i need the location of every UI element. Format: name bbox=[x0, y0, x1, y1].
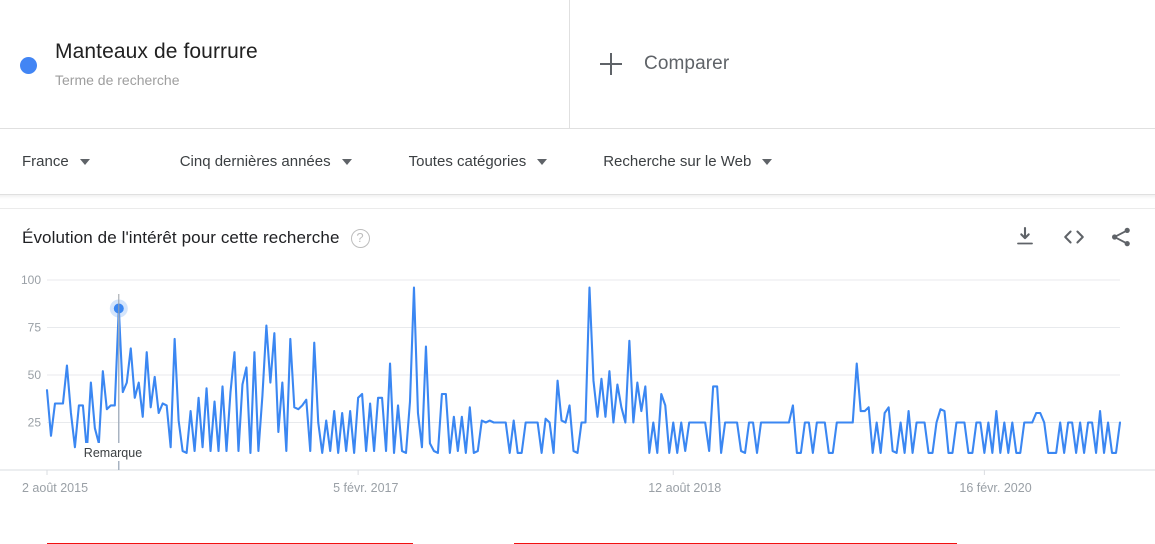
search-term-subtitle: Terme de recherche bbox=[55, 71, 180, 88]
filters-bar: France Cinq dernières années Toutes caté… bbox=[0, 129, 1155, 199]
x-axis-tick-label: 12 août 2018 bbox=[648, 481, 721, 495]
filter-search-type[interactable]: Recherche sur le Web bbox=[603, 153, 773, 170]
x-axis-tick-label: 2 août 2015 bbox=[22, 481, 88, 495]
search-terms-bar: Manteaux de fourrure Terme de recherche … bbox=[0, 0, 1155, 129]
embed-code-icon[interactable] bbox=[1061, 225, 1085, 249]
share-icon[interactable] bbox=[1109, 225, 1133, 249]
note-label: Remarque bbox=[84, 446, 142, 460]
chevron-down-icon bbox=[341, 158, 352, 165]
x-axis-tick-label: 5 févr. 2017 bbox=[333, 481, 398, 495]
interest-over-time-card: Évolution de l'intérêt pour cette recher… bbox=[0, 208, 1155, 544]
filter-category-label: Toutes catégories bbox=[408, 153, 527, 170]
filter-timerange-label: Cinq dernières années bbox=[179, 153, 331, 170]
plus-icon bbox=[600, 53, 622, 75]
search-term-card[interactable]: Manteaux de fourrure Terme de recherche bbox=[0, 0, 570, 128]
x-axis-tick-label: 16 févr. 2020 bbox=[959, 481, 1031, 495]
google-trends-page: Manteaux de fourrure Terme de recherche … bbox=[0, 0, 1155, 544]
y-axis-tick-label: 25 bbox=[28, 416, 42, 430]
y-axis-tick-label: 75 bbox=[28, 321, 42, 335]
filter-category[interactable]: Toutes catégories bbox=[409, 153, 548, 170]
y-axis-tick-label: 50 bbox=[28, 368, 42, 382]
download-icon[interactable] bbox=[1013, 225, 1037, 249]
chevron-down-icon bbox=[537, 158, 548, 165]
chart-header: Évolution de l'intérêt pour cette recher… bbox=[0, 209, 1155, 267]
filter-location-label: France bbox=[22, 153, 69, 170]
filter-timerange[interactable]: Cinq dernières années bbox=[180, 153, 352, 170]
search-term-text: Manteaux de fourrure Terme de recherche bbox=[55, 39, 258, 90]
compare-label: Comparer bbox=[644, 53, 730, 74]
chart-actions bbox=[1013, 225, 1133, 249]
search-term-title: Manteaux de fourrure bbox=[55, 39, 258, 63]
add-comparison-button[interactable]: Comparer bbox=[570, 0, 1155, 128]
series-color-dot bbox=[20, 56, 37, 74]
help-circle-icon[interactable]: ? bbox=[350, 228, 370, 248]
y-axis-tick-label: 100 bbox=[21, 273, 41, 287]
trends-line-chart[interactable]: 25 50 75 100 2 août 2015 5 févr. 2017 12 août … bbox=[0, 267, 1155, 544]
chart-title: Évolution de l'intérêt pour cette recher… bbox=[22, 228, 340, 247]
filter-location[interactable]: France bbox=[22, 153, 90, 170]
series-line bbox=[45, 286, 1122, 454]
filter-search-type-label: Recherche sur le Web bbox=[603, 153, 752, 170]
chart-plot-area[interactable]: 25 50 75 100 2 août 2015 5 févr. 2017 12 août … bbox=[0, 267, 1155, 544]
chevron-down-icon bbox=[762, 158, 773, 165]
chevron-down-icon bbox=[79, 158, 90, 165]
